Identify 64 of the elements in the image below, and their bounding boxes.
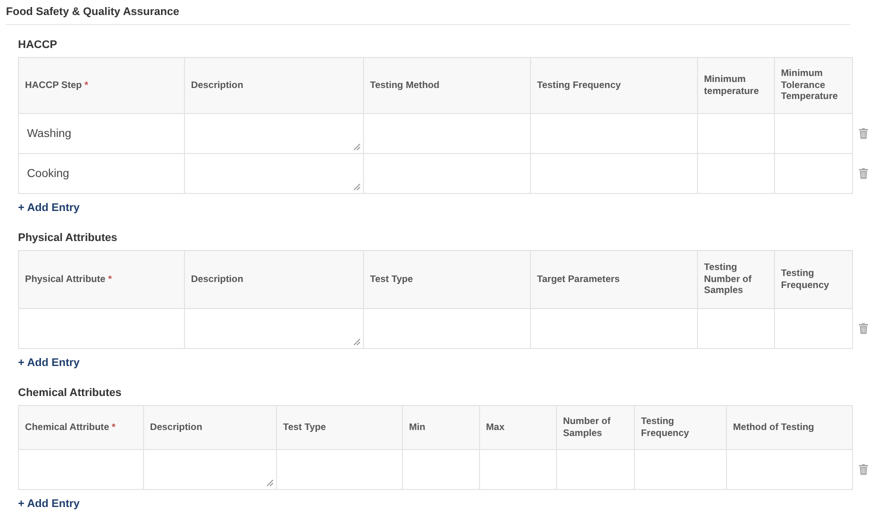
required-mark: *: [84, 80, 88, 91]
input-field[interactable]: [774, 154, 852, 194]
input-field[interactable]: [530, 308, 698, 348]
column-header: HACCP Step *: [18, 58, 184, 114]
page-title: Food Safety & Quality Assurance: [6, 6, 850, 25]
add-entry-link[interactable]: + Add Entry: [18, 202, 80, 214]
column-header: Physical Attribute *: [18, 250, 184, 308]
column-header: Description: [144, 406, 276, 450]
text-area[interactable]: [144, 450, 276, 490]
input-field[interactable]: [364, 308, 530, 348]
column-header: Number of Samples: [556, 406, 634, 450]
input-field[interactable]: [480, 450, 556, 490]
input-field[interactable]: [364, 114, 530, 154]
resize-grip-icon[interactable]: [353, 183, 361, 191]
column-header: Testing Frequency: [634, 406, 726, 450]
input-field[interactable]: [698, 114, 774, 154]
input-field[interactable]: [18, 450, 144, 490]
column-header: Test Type: [364, 250, 530, 308]
column-header: Description: [184, 250, 364, 308]
input-field[interactable]: [402, 450, 480, 490]
input-field[interactable]: [530, 114, 698, 154]
input-field[interactable]: [276, 450, 402, 490]
column-header: Minimum Tolerance Temperature: [774, 58, 852, 114]
resize-grip-icon[interactable]: [353, 338, 361, 346]
add-entry-link[interactable]: + Add Entry: [18, 498, 80, 510]
column-header: Test Type: [276, 406, 402, 450]
input-field[interactable]: [634, 450, 726, 490]
input-field[interactable]: [698, 308, 774, 348]
input-field[interactable]: [774, 308, 852, 348]
input-field[interactable]: [530, 154, 698, 194]
column-header: Minimum temperature: [698, 58, 774, 114]
input-field[interactable]: [726, 450, 852, 490]
text-area[interactable]: [184, 154, 364, 194]
input-field[interactable]: [774, 114, 852, 154]
trash-icon[interactable]: [859, 168, 868, 179]
resize-grip-icon[interactable]: [353, 143, 361, 151]
section-title: HACCP: [18, 39, 58, 51]
text-area[interactable]: [184, 114, 364, 154]
column-header: Testing Number of Samples: [698, 250, 774, 308]
input-field[interactable]: [18, 308, 184, 348]
input-field[interactable]: [364, 154, 530, 194]
trash-icon[interactable]: [859, 464, 868, 475]
add-entry-link[interactable]: + Add Entry: [18, 357, 80, 369]
resize-grip-icon[interactable]: [266, 479, 274, 487]
required-mark: *: [108, 274, 112, 285]
column-header: Testing Method: [364, 58, 530, 114]
input-field[interactable]: Cooking: [18, 154, 184, 194]
input-field[interactable]: [556, 450, 634, 490]
trash-icon[interactable]: [859, 128, 868, 139]
section-title: Chemical Attributes: [18, 387, 123, 399]
column-header: Description: [184, 58, 364, 114]
text-area[interactable]: [184, 308, 364, 348]
column-header: Method of Testing: [726, 406, 852, 450]
input-field[interactable]: [698, 154, 774, 194]
column-header: Testing Frequency: [530, 58, 698, 114]
input-field[interactable]: Washing: [18, 114, 184, 154]
column-header: Min: [402, 406, 480, 450]
column-header: Max: [480, 406, 556, 450]
required-mark: *: [112, 422, 116, 433]
section-title: Physical Attributes: [18, 232, 118, 244]
column-header: Target Parameters: [530, 250, 698, 308]
column-header: Chemical Attribute *: [18, 406, 144, 450]
trash-icon[interactable]: [859, 323, 868, 334]
column-header: Testing Frequency: [774, 250, 852, 308]
